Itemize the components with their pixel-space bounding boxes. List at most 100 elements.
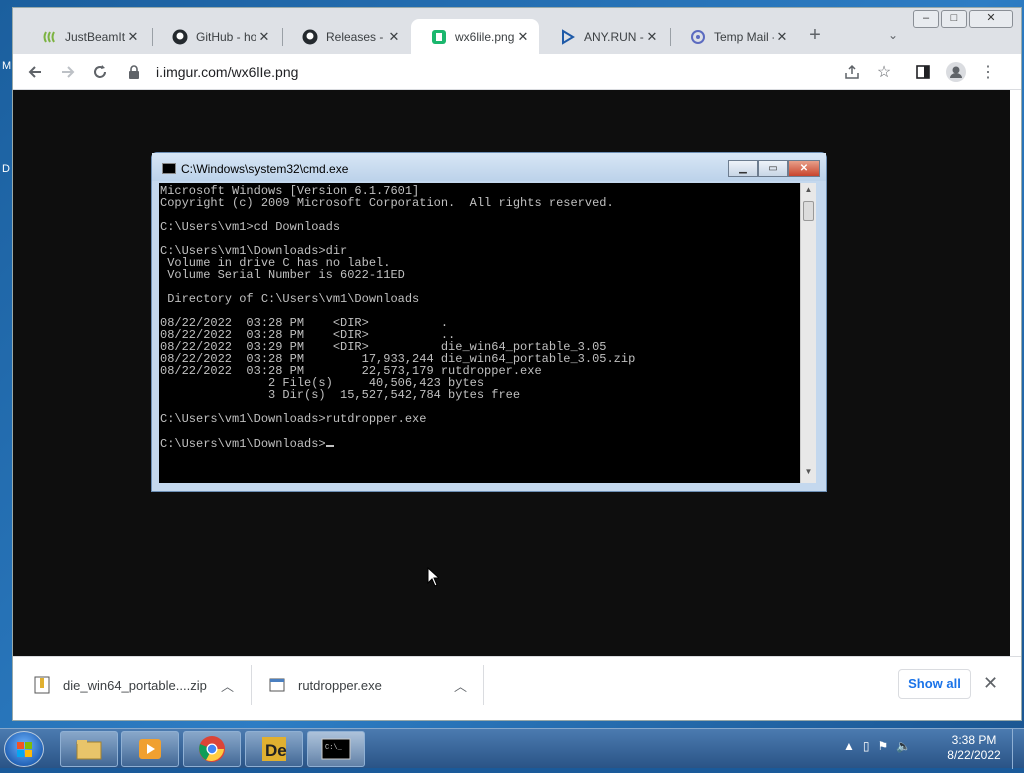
anyrun-icon — [560, 28, 576, 45]
forward-arrow-icon[interactable] — [56, 60, 80, 84]
close-icon[interactable]: ✕ — [256, 29, 272, 45]
taskbar-chrome[interactable] — [183, 731, 241, 767]
cmd-minimize-icon: ▁ — [728, 160, 758, 177]
cmd-output: Microsoft Windows [Version 6.1.7601] Cop… — [159, 183, 800, 483]
close-downloads-icon[interactable]: ✕ — [983, 673, 998, 694]
lock-icon[interactable] — [125, 60, 143, 84]
tab-title: JustBeamIt — [65, 29, 125, 44]
tab-title: GitHub - ho — [196, 29, 256, 44]
taskbar-explorer[interactable] — [60, 731, 118, 767]
taskbar-detect-it-easy[interactable]: De — [245, 731, 303, 767]
exe-file-icon — [268, 676, 286, 694]
close-icon[interactable]: ✕ — [386, 29, 402, 45]
desktop-label-m: M — [2, 60, 12, 72]
cmd-line: 3 Dir(s) 15,527,542,784 bytes free — [268, 388, 521, 402]
show-all-button[interactable]: Show all — [898, 669, 971, 699]
minimize-button[interactable]: – — [913, 10, 939, 28]
media-player-icon — [139, 739, 161, 759]
cmd-line: C:\Users\vm1>cd Downloads — [160, 220, 341, 234]
github-icon — [302, 29, 318, 45]
scroll-up-icon: ▲ — [804, 185, 813, 194]
start-button[interactable] — [4, 731, 44, 767]
cmd-line: C:\Users\vm1\Downloads>rutdropper.exe — [160, 412, 427, 426]
system-tray: ▲ ▯ ⚑ 🔈 — [843, 739, 911, 753]
profile-avatar-icon[interactable] — [944, 60, 968, 84]
detect-it-easy-icon: De — [262, 737, 287, 761]
share-icon[interactable] — [840, 60, 864, 84]
imgur-icon — [431, 29, 447, 45]
clock-date: 8/22/2022 — [947, 748, 1001, 762]
cmd-lines: Microsoft Windows [Version 6.1.7601] Cop… — [160, 184, 635, 426]
clock-time: 3:38 PM — [951, 733, 997, 747]
menu-dots-icon[interactable]: ⋮ — [976, 60, 1000, 84]
action-center-flag-icon[interactable]: ⚑ — [878, 739, 889, 753]
zip-file-icon — [33, 676, 51, 694]
cmd-window: C:\Windows\system32\cmd.exe ▁ ▭ ✕ Micros… — [151, 152, 827, 492]
cmd-scrollbar: ▲ ▼ — [800, 183, 816, 483]
close-icon[interactable]: ✕ — [644, 29, 660, 45]
cmd-title-bar: C:\Windows\system32\cmd.exe ▁ ▭ ✕ — [152, 153, 826, 181]
window-controls: – □ ✕ — [913, 10, 1013, 28]
cmd-line: Volume Serial Number is 6022-11ED — [167, 268, 405, 282]
tab-releases[interactable]: Releases - h ✕ — [282, 19, 410, 54]
tab-search-chevron-icon[interactable]: ⌄ — [881, 23, 905, 47]
taskbar-cmd[interactable]: C:\_ — [307, 731, 365, 767]
download-filename: die_win64_portable....zip — [63, 677, 207, 693]
cmd-window-controls: ▁ ▭ ✕ — [728, 160, 820, 177]
cmd-line: Directory of C:\Users\vm1\Downloads — [167, 292, 420, 306]
taskbar-media-player[interactable] — [121, 731, 179, 767]
cmd-prompt: C:\Users\vm1\Downloads> — [160, 437, 326, 451]
maximize-button[interactable]: □ — [941, 10, 967, 28]
chevron-up-icon[interactable]: ︿ — [221, 676, 234, 695]
download-filename: rutdropper.exe — [298, 677, 382, 693]
download-item-zip[interactable]: die_win64_portable....zip ︿ — [33, 657, 243, 713]
show-desktop-button[interactable] — [1012, 729, 1024, 769]
taskbar: De C:\_ ▲ ▯ ⚑ 🔈 3:38 PM 8/22/2022 — [0, 728, 1024, 769]
bookmark-star-icon[interactable]: ☆ — [872, 60, 896, 84]
scroll-down-icon: ▼ — [804, 467, 813, 476]
tab-title: wx6lile.png — [455, 29, 515, 44]
reload-icon[interactable] — [88, 60, 112, 84]
image-viewport: C:\Windows\system32\cmd.exe ▁ ▭ ✕ Micros… — [13, 90, 1010, 656]
desktop-label-d: D — [2, 163, 10, 175]
scroll-thumb — [803, 201, 814, 221]
tempmail-icon — [690, 29, 706, 45]
tab-tempmail[interactable]: Temp Mail - ✕ — [670, 19, 798, 54]
side-panel-icon[interactable] — [911, 60, 935, 84]
justbeamit-icon — [41, 29, 57, 45]
download-item-exe[interactable]: rutdropper.exe ︿ — [268, 657, 478, 713]
close-icon[interactable]: ✕ — [515, 29, 531, 45]
address-bar[interactable]: i.imgur.com/wx6lIe.png — [156, 64, 298, 80]
tab-title: Releases - h — [326, 29, 386, 44]
windows-logo-icon — [17, 742, 32, 757]
show-hidden-icons-icon[interactable]: ▲ — [843, 739, 855, 753]
cmd-title: C:\Windows\system32\cmd.exe — [181, 162, 349, 176]
cmd-maximize-icon: ▭ — [758, 160, 788, 177]
downloads-bar: die_win64_portable....zip ︿ rutdropper.e… — [13, 656, 1021, 720]
chevron-up-icon[interactable]: ︿ — [454, 676, 467, 695]
tab-imgur[interactable]: wx6lile.png ✕ — [411, 19, 539, 54]
browser-toolbar: i.imgur.com/wx6lIe.png ☆ ⋮ — [13, 54, 1021, 90]
close-icon[interactable]: ✕ — [125, 29, 141, 45]
cmd-icon — [162, 163, 176, 174]
chrome-window: JustBeamIt ✕ GitHub - ho ✕ Releases - h … — [13, 8, 1021, 720]
tab-justbeamit[interactable]: JustBeamIt ✕ — [21, 19, 149, 54]
svg-text:De: De — [265, 741, 287, 760]
tab-title: Temp Mail - — [714, 29, 774, 44]
tab-anyrun[interactable]: ANY.RUN - ✕ — [540, 19, 668, 54]
chrome-icon — [199, 736, 225, 762]
cmd-close-icon: ✕ — [788, 160, 820, 177]
volume-icon[interactable]: 🔈 — [896, 739, 911, 753]
cmd-line: Copyright (c) 2009 Microsoft Corporation… — [160, 196, 614, 210]
close-window-button[interactable]: ✕ — [969, 10, 1013, 28]
github-icon — [172, 29, 188, 45]
taskbar-clock[interactable]: 3:38 PM 8/22/2022 — [944, 733, 1004, 763]
new-tab-button[interactable]: + — [803, 23, 827, 47]
folder-icon — [76, 740, 102, 760]
svg-text:C:\_: C:\_ — [325, 744, 343, 752]
network-icon[interactable]: ▯ — [863, 739, 870, 753]
tab-github[interactable]: GitHub - ho ✕ — [152, 19, 280, 54]
back-arrow-icon[interactable] — [23, 60, 47, 84]
cmd-icon: C:\_ — [321, 738, 351, 760]
close-icon[interactable]: ✕ — [774, 29, 790, 45]
